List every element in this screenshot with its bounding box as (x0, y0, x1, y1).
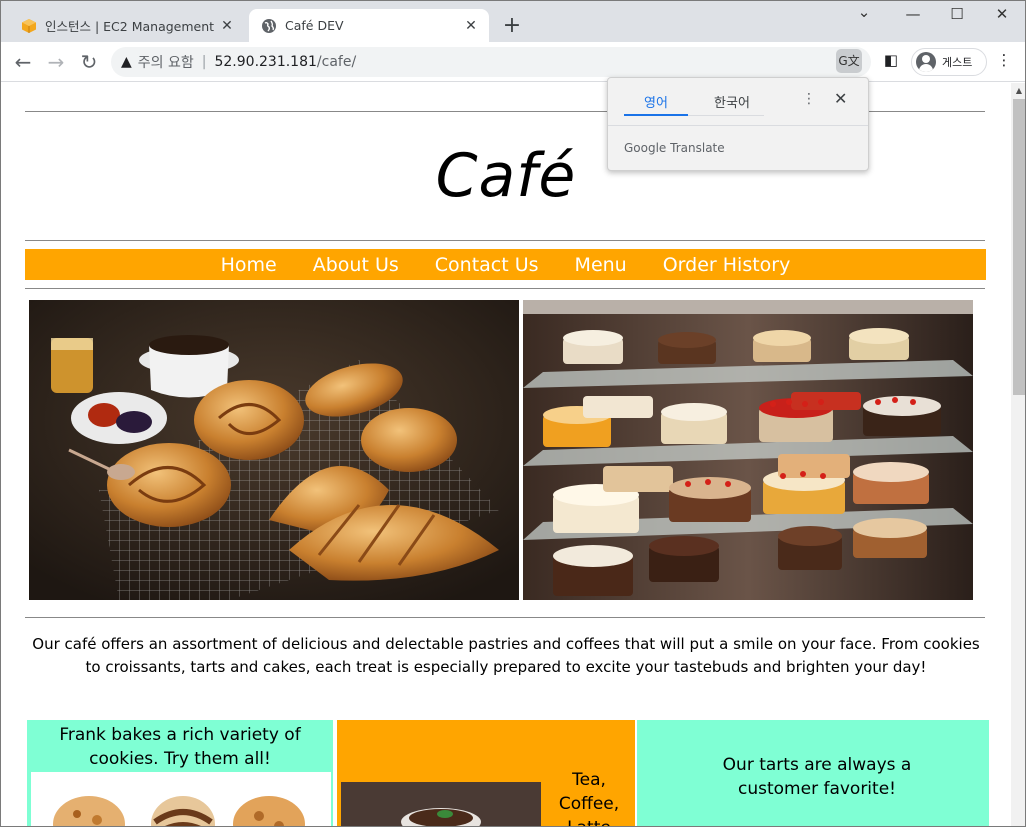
tab-strip: 인스턴스 | EC2 Management Co ✕ Café DEV ✕ + … (1, 1, 1025, 42)
nav-about-us[interactable]: About Us (313, 254, 399, 276)
close-icon[interactable]: ✕ (834, 89, 847, 108)
cookies-panel: Frank bakes a rich variety of cookies. T… (27, 720, 333, 826)
address-separator: | (201, 54, 207, 70)
nav-order-history[interactable]: Order History (663, 254, 791, 276)
nav-home[interactable]: Home (221, 254, 277, 276)
tarts-panel-text: Our tarts are always a customer favorite… (722, 755, 912, 799)
tab-ec2[interactable]: 인스턴스 | EC2 Management Co ✕ (9, 9, 245, 42)
tarts-panel: Our tarts are always a customer favorite… (637, 720, 989, 826)
target-language-tab[interactable]: 한국어 (700, 92, 764, 111)
more-options-icon[interactable]: ⋮ (802, 91, 816, 107)
forward-arrow-icon[interactable]: → (43, 49, 69, 75)
translate-icon[interactable]: G文 (836, 49, 862, 73)
back-arrow-icon[interactable]: ← (10, 49, 36, 75)
active-tab-underline (624, 114, 688, 116)
language-tabs: 영어 한국어 (624, 92, 764, 116)
more-menu-icon[interactable]: ⋮ (992, 51, 1016, 69)
globe-icon (261, 18, 277, 34)
drinks-line: Latte (547, 816, 631, 826)
reload-icon[interactable]: ↻ (76, 49, 102, 75)
browser-window: 인스턴스 | EC2 Management Co ✕ Café DEV ✕ + … (0, 0, 1026, 827)
nav-contact-us[interactable]: Contact Us (435, 254, 539, 276)
translate-popup: 영어 한국어 ⋮ ✕ Google Translate (607, 77, 869, 171)
cookies-image (31, 772, 331, 826)
new-tab-button[interactable]: + (500, 13, 524, 39)
drinks-panel: Tea, Coffee, Latte (337, 720, 635, 826)
main-nav: Home About Us Contact Us Menu Order Hist… (25, 249, 986, 280)
tab-cafe-dev[interactable]: Café DEV ✕ (249, 9, 489, 42)
page-scrollbar[interactable]: ▲ (1011, 83, 1025, 826)
drinks-line: Tea, (572, 770, 606, 790)
pastries-image (29, 300, 519, 600)
cookies-panel-text: Frank bakes a rich variety of cookies. T… (59, 725, 301, 769)
profile-label: 게스트 (942, 56, 973, 69)
google-translate-logo: Google Translate (624, 141, 725, 155)
cakes-display-image (523, 300, 973, 600)
tab-search-icon[interactable]: ⌄ (849, 3, 879, 21)
source-language-tab[interactable]: 영어 (624, 92, 688, 111)
divider (25, 617, 985, 618)
close-tab-icon[interactable]: ✕ (217, 18, 237, 34)
not-secure-label[interactable]: 주의 요함 (138, 52, 194, 72)
hot-chocolate-image (341, 782, 541, 826)
drinks-line: Coffee, (558, 794, 620, 814)
aws-box-icon (21, 18, 37, 34)
scrollbar-thumb[interactable] (1013, 99, 1025, 395)
maximize-icon[interactable]: ☐ (942, 5, 972, 23)
google-wordmark: Google (624, 141, 667, 155)
browser-toolbar: ← → ↻ ▲ 주의 요함 | 52.90.231.181/cafe/ G文 ◧… (1, 42, 1025, 82)
page-content: Café Home About Us Contact Us Menu Order… (1, 83, 1011, 826)
url-host: 52.90.231.181 (214, 54, 317, 70)
scroll-up-arrow-icon[interactable]: ▲ (1011, 83, 1025, 99)
divider (25, 288, 985, 289)
tab-title: Café DEV (285, 18, 344, 33)
avatar-icon (916, 52, 936, 72)
minimize-icon[interactable]: — (898, 5, 928, 23)
warning-triangle-icon[interactable]: ▲ (121, 54, 132, 70)
nav-menu[interactable]: Menu (575, 254, 627, 276)
close-tab-icon[interactable]: ✕ (461, 18, 481, 34)
tab-title: 인스턴스 | EC2 Management Co (45, 19, 217, 34)
divider (25, 240, 985, 241)
drinks-text: Tea, Coffee, Latte (547, 768, 631, 826)
window-close-icon[interactable]: ✕ (987, 5, 1017, 23)
intro-paragraph: Our café offers an assortment of delicio… (32, 635, 980, 676)
address-bar[interactable]: ▲ 주의 요함 | 52.90.231.181/cafe/ (111, 47, 871, 77)
translate-wordmark: Translate (670, 141, 725, 155)
url-path: /cafe/ (316, 54, 357, 70)
popup-divider (608, 125, 868, 126)
profile-button[interactable]: 게스트 (911, 48, 987, 76)
tab-underline (688, 115, 764, 116)
side-panel-icon[interactable]: ◧ (879, 51, 903, 69)
